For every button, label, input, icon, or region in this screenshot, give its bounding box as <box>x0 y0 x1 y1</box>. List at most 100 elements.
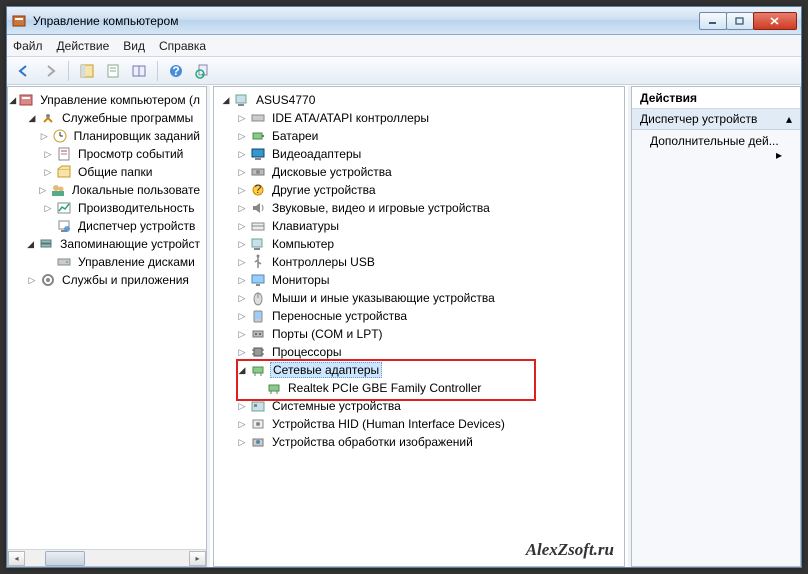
tree-item[interactable]: ▷Мыши и иные указывающие устройства <box>214 289 624 307</box>
tree-item[interactable]: ▷Мониторы <box>214 271 624 289</box>
tree-item-label: Служебные программы <box>60 111 195 125</box>
tree-item-label: Порты (COM и LPT) <box>270 327 385 341</box>
tree-item[interactable]: ▷Компьютер <box>214 235 624 253</box>
tree-item[interactable]: ▷Батареи <box>214 127 624 145</box>
tree-item[interactable]: ◢Управление компьютером (л <box>8 91 206 109</box>
expand-icon[interactable]: ▷ <box>42 202 54 214</box>
expand-icon[interactable]: ▷ <box>236 256 248 268</box>
tree-item[interactable]: ▷Просмотр событий <box>8 145 206 163</box>
expand-icon[interactable]: ▷ <box>236 274 248 286</box>
expand-icon[interactable]: ▷ <box>236 220 248 232</box>
mouse-icon <box>250 290 266 306</box>
cpu-icon <box>250 344 266 360</box>
collapse-icon[interactable]: ◢ <box>26 112 38 124</box>
minimize-button[interactable] <box>699 12 727 30</box>
app-icon <box>11 13 27 29</box>
expand-icon[interactable]: ▷ <box>236 418 248 430</box>
devmgr-icon <box>56 218 72 234</box>
menu-file[interactable]: Файл <box>13 39 43 53</box>
tree-item[interactable]: ◢ Запоминающие устройст <box>8 235 206 253</box>
splitter[interactable] <box>207 86 210 567</box>
menu-action[interactable]: Действие <box>57 39 110 53</box>
expand-icon[interactable]: ▷ <box>236 202 248 214</box>
tree-item[interactable]: ▷Дисковые устройства <box>214 163 624 181</box>
tree-item[interactable]: ▷Службы и приложения <box>8 271 206 289</box>
forward-button[interactable] <box>39 60 61 82</box>
actions-section[interactable]: Диспетчер устройств ▴ <box>632 109 800 130</box>
tree-item[interactable]: Диспетчер устройств <box>8 217 206 235</box>
tree-item[interactable]: ▷Звуковые, видео и игровые устройства <box>214 199 624 217</box>
scroll-thumb[interactable] <box>45 551 85 566</box>
export-button[interactable] <box>128 60 150 82</box>
scrollbar-horizontal[interactable]: ◂ ▸ <box>8 549 206 566</box>
expand-icon[interactable]: ▷ <box>236 400 248 412</box>
expand-icon[interactable]: ▷ <box>236 346 248 358</box>
tree-item[interactable]: ▷Устройства обработки изображений <box>214 433 624 451</box>
actions-more[interactable]: Дополнительные дей... ▸ <box>632 130 800 166</box>
expand-icon[interactable]: ▷ <box>236 148 248 160</box>
tree-item[interactable]: ▷Планировщик заданий <box>8 127 206 145</box>
event-icon <box>56 146 72 162</box>
collapse-icon[interactable]: ◢ <box>9 94 16 106</box>
expand-icon[interactable]: ▷ <box>236 112 248 124</box>
tree-item[interactable]: Realtek PCIe GBE Family Controller <box>214 379 624 397</box>
tree-item[interactable]: ▷Производительность <box>8 199 206 217</box>
imaging-icon <box>250 434 266 450</box>
expand-icon[interactable]: ▷ <box>236 166 248 178</box>
tree-item[interactable]: ◢ Сетевые адаптеры <box>214 361 624 379</box>
tree-item[interactable]: ▷Устройства HID (Human Interface Devices… <box>214 415 624 433</box>
tree-item[interactable]: ◢ASUS4770 <box>214 91 624 109</box>
expand-icon[interactable]: ▷ <box>42 166 54 178</box>
maximize-button[interactable] <box>726 12 754 30</box>
tree-item[interactable]: ▷Переносные устройства <box>214 307 624 325</box>
expand-icon[interactable]: ▷ <box>236 310 248 322</box>
monitor-icon <box>250 272 266 288</box>
expand-icon[interactable]: ▷ <box>236 130 248 142</box>
expand-icon[interactable]: ▷ <box>236 436 248 448</box>
tree-item[interactable]: ▷Клавиатуры <box>214 217 624 235</box>
expand-icon[interactable]: ▷ <box>236 238 248 250</box>
tree-item-label: Общие папки <box>76 165 154 179</box>
menu-view[interactable]: Вид <box>123 39 145 53</box>
collapse-icon[interactable]: ◢ <box>25 238 36 250</box>
tree-item[interactable]: ▷IDE ATA/ATAPI контроллеры <box>214 109 624 127</box>
expand-icon[interactable]: ▷ <box>42 148 54 160</box>
tree-item[interactable]: ▷?Другие устройства <box>214 181 624 199</box>
titlebar[interactable]: Управление компьютером <box>7 7 801 35</box>
tree-item[interactable]: ▷Видеоадаптеры <box>214 145 624 163</box>
keyboard-icon <box>250 218 266 234</box>
tree-item[interactable]: ▷ Общие папки <box>8 163 206 181</box>
sched-icon <box>52 128 68 144</box>
tree-item[interactable]: ▷ Системные устройства <box>214 397 624 415</box>
properties-button[interactable] <box>102 60 124 82</box>
expand-icon[interactable]: ▷ <box>26 274 38 286</box>
show-hide-tree-button[interactable] <box>76 60 98 82</box>
menu-help[interactable]: Справка <box>159 39 206 53</box>
tree-item-label: Системные устройства <box>270 399 403 413</box>
collapse-icon[interactable]: ◢ <box>220 94 232 106</box>
tree-item-label: Процессоры <box>270 345 344 359</box>
tree-item-label: Сетевые адаптеры <box>270 362 382 378</box>
refresh-button[interactable] <box>191 60 213 82</box>
expand-icon[interactable]: ▷ <box>236 184 248 196</box>
expand-icon[interactable]: ▷ <box>236 292 248 304</box>
window: Управление компьютером Файл Действие Вид… <box>6 6 802 568</box>
tree-item[interactable]: ◢ Служебные программы <box>8 109 206 127</box>
tree-item[interactable]: ▷ Процессоры <box>214 343 624 361</box>
scroll-left-button[interactable]: ◂ <box>8 551 25 566</box>
collapse-icon[interactable]: ◢ <box>236 364 248 376</box>
close-button[interactable] <box>753 12 797 30</box>
scroll-right-button[interactable]: ▸ <box>189 551 206 566</box>
tree-item-label: Запоминающие устройст <box>58 237 202 251</box>
back-button[interactable] <box>13 60 35 82</box>
help-button[interactable]: ? <box>165 60 187 82</box>
display-icon <box>250 146 266 162</box>
tree-item[interactable]: ▷Локальные пользовате <box>8 181 206 199</box>
tree-item[interactable]: Управление дисками <box>8 253 206 271</box>
expand-icon[interactable]: ▷ <box>37 184 47 196</box>
body: ◢Управление компьютером (л◢Служебные про… <box>7 85 801 567</box>
expand-icon[interactable]: ▷ <box>236 328 248 340</box>
expand-icon[interactable]: ▷ <box>39 130 50 142</box>
tree-item[interactable]: ▷Контроллеры USB <box>214 253 624 271</box>
tree-item[interactable]: ▷ Порты (COM и LPT) <box>214 325 624 343</box>
